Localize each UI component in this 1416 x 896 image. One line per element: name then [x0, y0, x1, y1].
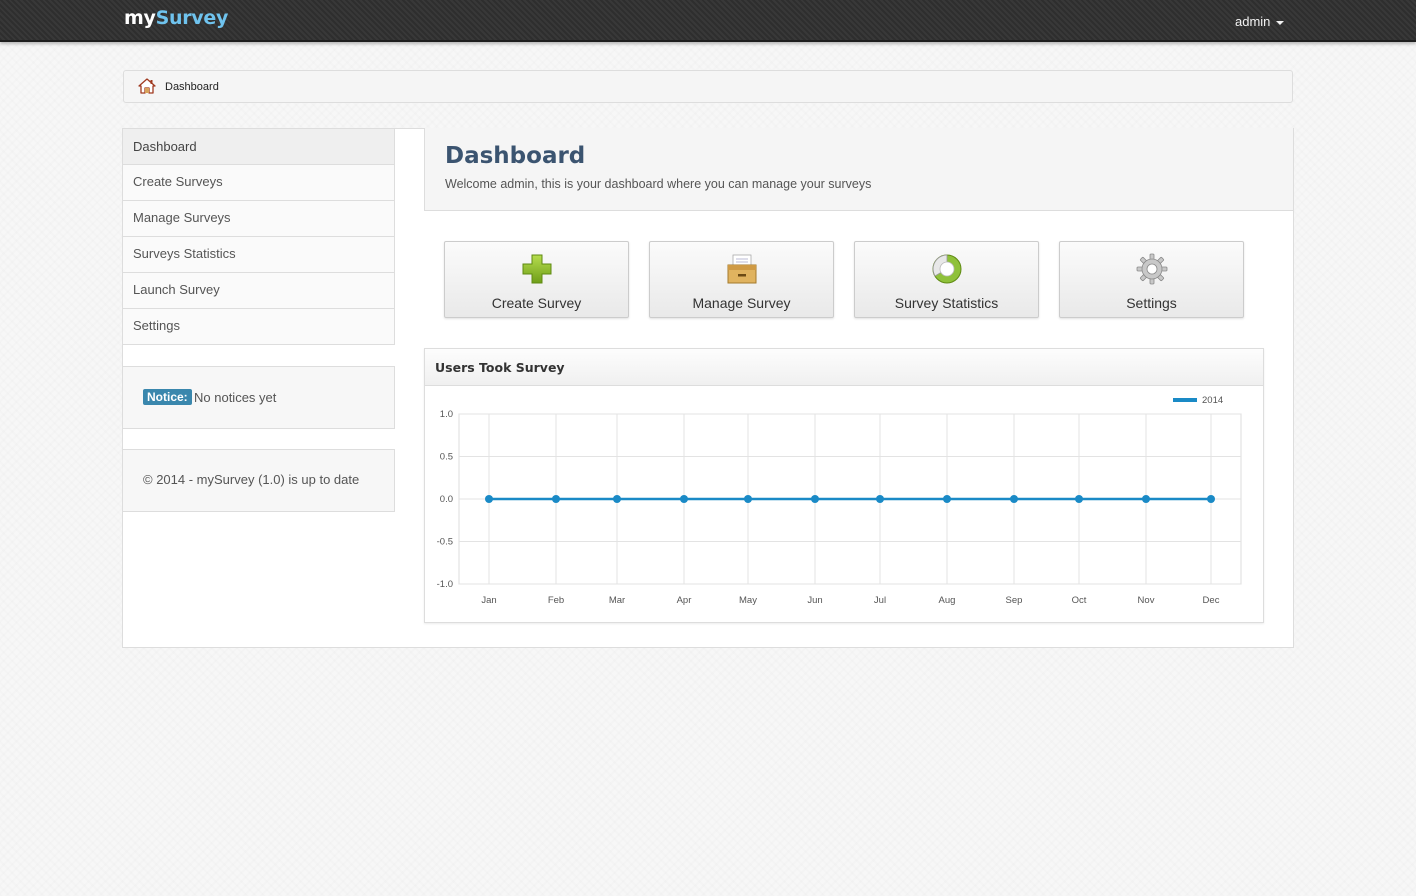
home-icon[interactable]: [138, 78, 156, 94]
x-tick-label: Jun: [807, 595, 822, 606]
y-tick-label: -0.5: [437, 537, 453, 548]
top-navbar: mySurvey admin: [0, 0, 1416, 42]
sidebar-item-manage-surveys[interactable]: Manage Surveys: [123, 201, 395, 237]
data-point: [485, 495, 493, 503]
y-tick-label: -1.0: [437, 579, 453, 590]
survey-statistics-label: Survey Statistics: [894, 295, 999, 311]
users-took-survey-widget: Users Took Survey 1.0 0.5 0.0 -0.5 -1.0 Jan Fe…: [424, 348, 1264, 623]
plus-icon: [522, 254, 552, 284]
y-tick-label: 0.0: [440, 494, 453, 505]
sidebar-item-launch-survey[interactable]: Launch Survey: [123, 273, 395, 309]
create-survey-label: Create Survey: [491, 295, 582, 311]
x-tick-label: Jan: [481, 595, 496, 606]
sidebar: Dashboard Create Surveys Manage Surveys …: [123, 128, 395, 345]
x-tick-label: Nov: [1138, 595, 1155, 606]
brand-logo[interactable]: mySurvey: [124, 7, 228, 29]
x-tick-label: Oct: [1072, 595, 1087, 606]
user-menu-dropdown[interactable]: admin: [1235, 14, 1285, 29]
breadcrumb: Dashboard: [123, 70, 1293, 103]
data-point: [876, 495, 884, 503]
version-panel: © 2014 - mySurvey (1.0) is up to date: [123, 449, 395, 512]
x-tick-label: Sep: [1006, 595, 1023, 606]
create-survey-button[interactable]: Create Survey: [444, 241, 629, 318]
widget-title: Users Took Survey: [435, 360, 565, 375]
data-point: [613, 495, 621, 503]
legend-label: 2014: [1202, 395, 1223, 406]
data-point: [680, 495, 688, 503]
manage-survey-label: Manage Survey: [692, 295, 791, 311]
x-tick-label: Apr: [677, 595, 692, 606]
data-point: [744, 495, 752, 503]
data-point: [943, 495, 951, 503]
manage-survey-button[interactable]: Manage Survey: [649, 241, 834, 318]
gear-icon: [1136, 253, 1168, 285]
x-tick-label: Dec: [1203, 595, 1220, 606]
widget-header: Users Took Survey: [425, 349, 1263, 386]
pie-chart-icon: [932, 254, 962, 284]
notice-badge: Notice:: [143, 389, 192, 405]
user-name: admin: [1235, 14, 1271, 29]
x-tick-label: Jul: [874, 595, 886, 606]
breadcrumb-current[interactable]: Dashboard: [165, 81, 219, 93]
settings-button[interactable]: Settings: [1059, 241, 1244, 318]
data-point: [1142, 495, 1150, 503]
caret-down-icon: [1276, 20, 1285, 25]
data-point: [1010, 495, 1018, 503]
sidebar-item-dashboard[interactable]: Dashboard: [123, 128, 395, 165]
data-point: [811, 495, 819, 503]
brand-text-my: my: [124, 7, 156, 29]
page-title: Dashboard: [445, 143, 586, 169]
brand-text-survey: Survey: [155, 7, 229, 29]
main-wrapper: Dashboard Create Surveys Manage Surveys …: [122, 128, 1294, 648]
x-tick-label: Mar: [609, 595, 625, 606]
settings-label: Settings: [1126, 295, 1177, 311]
line-chart: 1.0 0.5 0.0 -0.5 -1.0 Jan Feb Mar Apr May Jun Jul Au…: [437, 395, 1242, 606]
survey-statistics-button[interactable]: Survey Statistics: [854, 241, 1039, 318]
data-point: [552, 495, 560, 503]
version-text: © 2014 - mySurvey (1.0) is up to date: [143, 472, 360, 487]
sidebar-item-create-surveys[interactable]: Create Surveys: [123, 165, 395, 201]
x-tick-label: Feb: [548, 595, 564, 606]
archive-box-icon: [727, 254, 757, 284]
sidebar-item-settings[interactable]: Settings: [123, 309, 395, 345]
notice-text: No notices yet: [194, 390, 277, 405]
data-point: [1075, 495, 1083, 503]
page-header: Dashboard Welcome admin, this is your da…: [424, 128, 1294, 211]
data-point: [1207, 495, 1215, 503]
y-tick-label: 0.5: [440, 452, 453, 463]
page-subtitle: Welcome admin, this is your dashboard wh…: [445, 177, 872, 191]
y-tick-label: 1.0: [440, 409, 453, 420]
x-tick-label: Aug: [939, 595, 956, 606]
sidebar-item-surveys-statistics[interactable]: Surveys Statistics: [123, 237, 395, 273]
x-tick-label: May: [739, 595, 757, 606]
notice-panel: Notice: No notices yet: [123, 366, 395, 429]
